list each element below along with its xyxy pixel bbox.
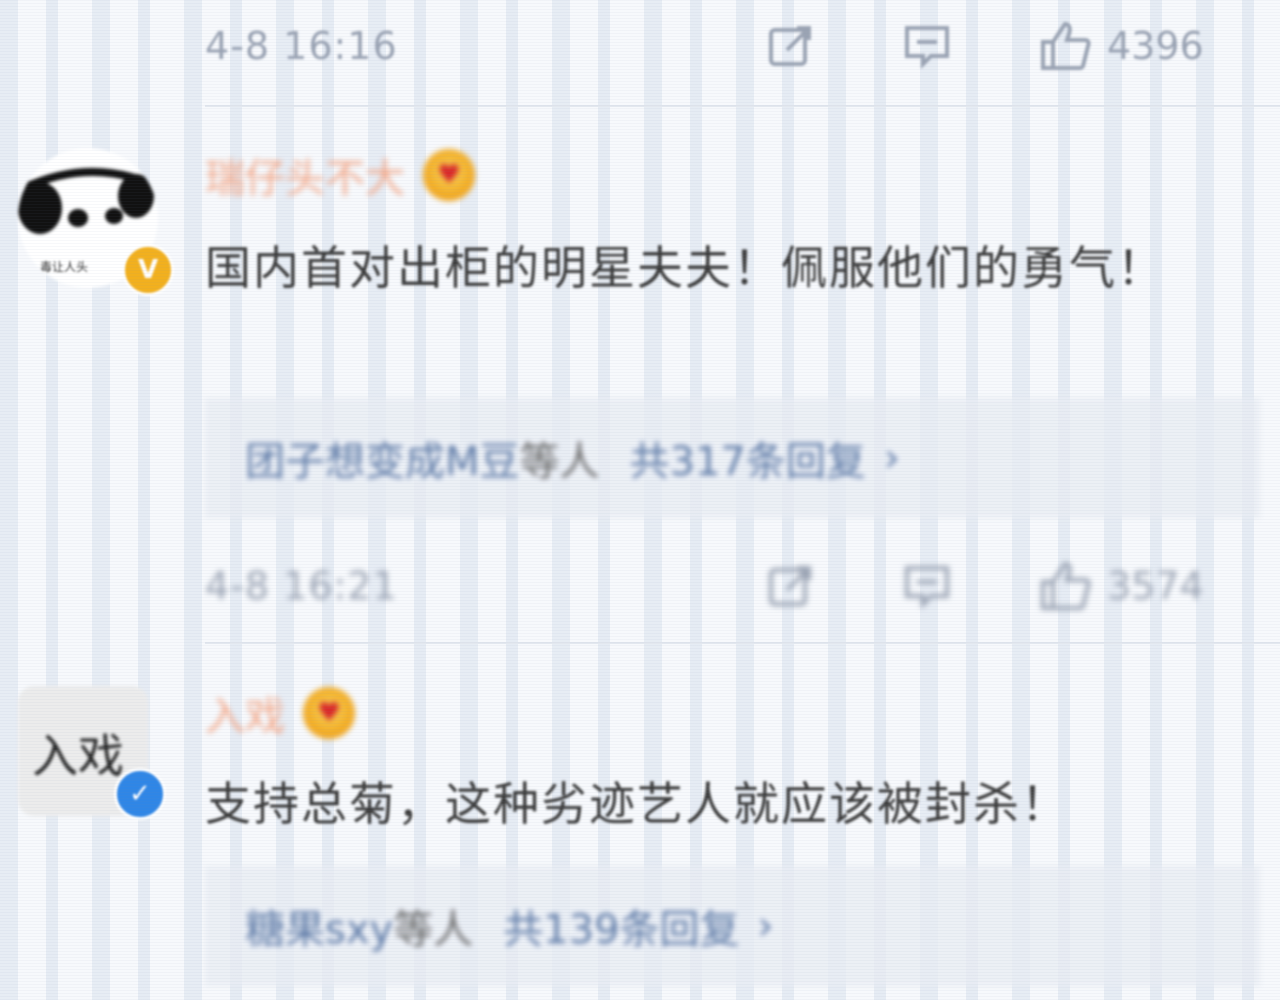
reply-count[interactable]: 共317条回复 [630, 429, 866, 487]
like-count: 3574 [1107, 564, 1204, 608]
avatar[interactable]: 毒让人头 V [18, 148, 174, 298]
comment-text: 支持总菊，这种劣迹艺人就应该被封杀！ [205, 777, 1069, 831]
divider [205, 105, 1280, 107]
avatar-caption: 毒让人头 [40, 260, 89, 274]
verified-badge: V [122, 244, 174, 296]
reply-summary[interactable]: 团子想变成M豆 等人 共317条回复 › [205, 398, 1260, 518]
comment-action-bar: 4-8 16:21 3574 [205, 556, 1270, 616]
verified-badge: ✓ [114, 768, 166, 820]
username-row: 瑞仔头不大 ♥ [205, 146, 475, 204]
chevron-right-icon: › [757, 903, 774, 949]
divider [205, 642, 1280, 644]
username[interactable]: 瑞仔头不大 [205, 146, 405, 204]
reply-summary[interactable]: 糖果sxy 等人 共139条回复 › [205, 866, 1260, 986]
like-button[interactable]: 3574 [1037, 560, 1204, 612]
comment-text: 国内首对出柜的明星夫夫！佩服他们的勇气！ [205, 241, 1165, 295]
comment-timestamp: 4-8 16:21 [205, 564, 398, 608]
username[interactable]: 入戏 [205, 684, 285, 742]
like-button[interactable]: 4396 [1037, 20, 1204, 72]
share-icon[interactable] [765, 560, 817, 612]
reply-etc: 等人 [393, 907, 474, 953]
comment-icon[interactable] [901, 560, 953, 612]
crown-icon: ♥ [423, 149, 475, 201]
like-icon [1041, 21, 1091, 70]
comment-timestamp: 4-8 16:16 [205, 24, 398, 68]
comment-feed: 4-8 16:16 4396 毒让人头 V 瑞仔头不大 ♥ 国内首对出柜的明星夫… [0, 0, 1280, 1000]
avatar-text: 入戏 [32, 729, 124, 783]
like-count: 4396 [1107, 24, 1204, 68]
reply-etc: 等人 [519, 439, 600, 485]
comment-icon[interactable] [901, 20, 953, 72]
like-icon [1041, 561, 1091, 610]
chevron-right-icon: › [883, 435, 900, 481]
reply-count[interactable]: 共139条回复 [503, 897, 739, 955]
reply-names[interactable]: 团子想变成M豆 [245, 429, 520, 487]
reply-names[interactable]: 糖果sxy [245, 897, 393, 955]
avatar[interactable]: 入戏 ✓ [18, 686, 168, 836]
comment-action-bar: 4-8 16:16 4396 [205, 16, 1270, 76]
share-icon[interactable] [765, 20, 817, 72]
username-row: 入戏 ♥ [205, 684, 355, 742]
crown-icon: ♥ [303, 687, 355, 739]
